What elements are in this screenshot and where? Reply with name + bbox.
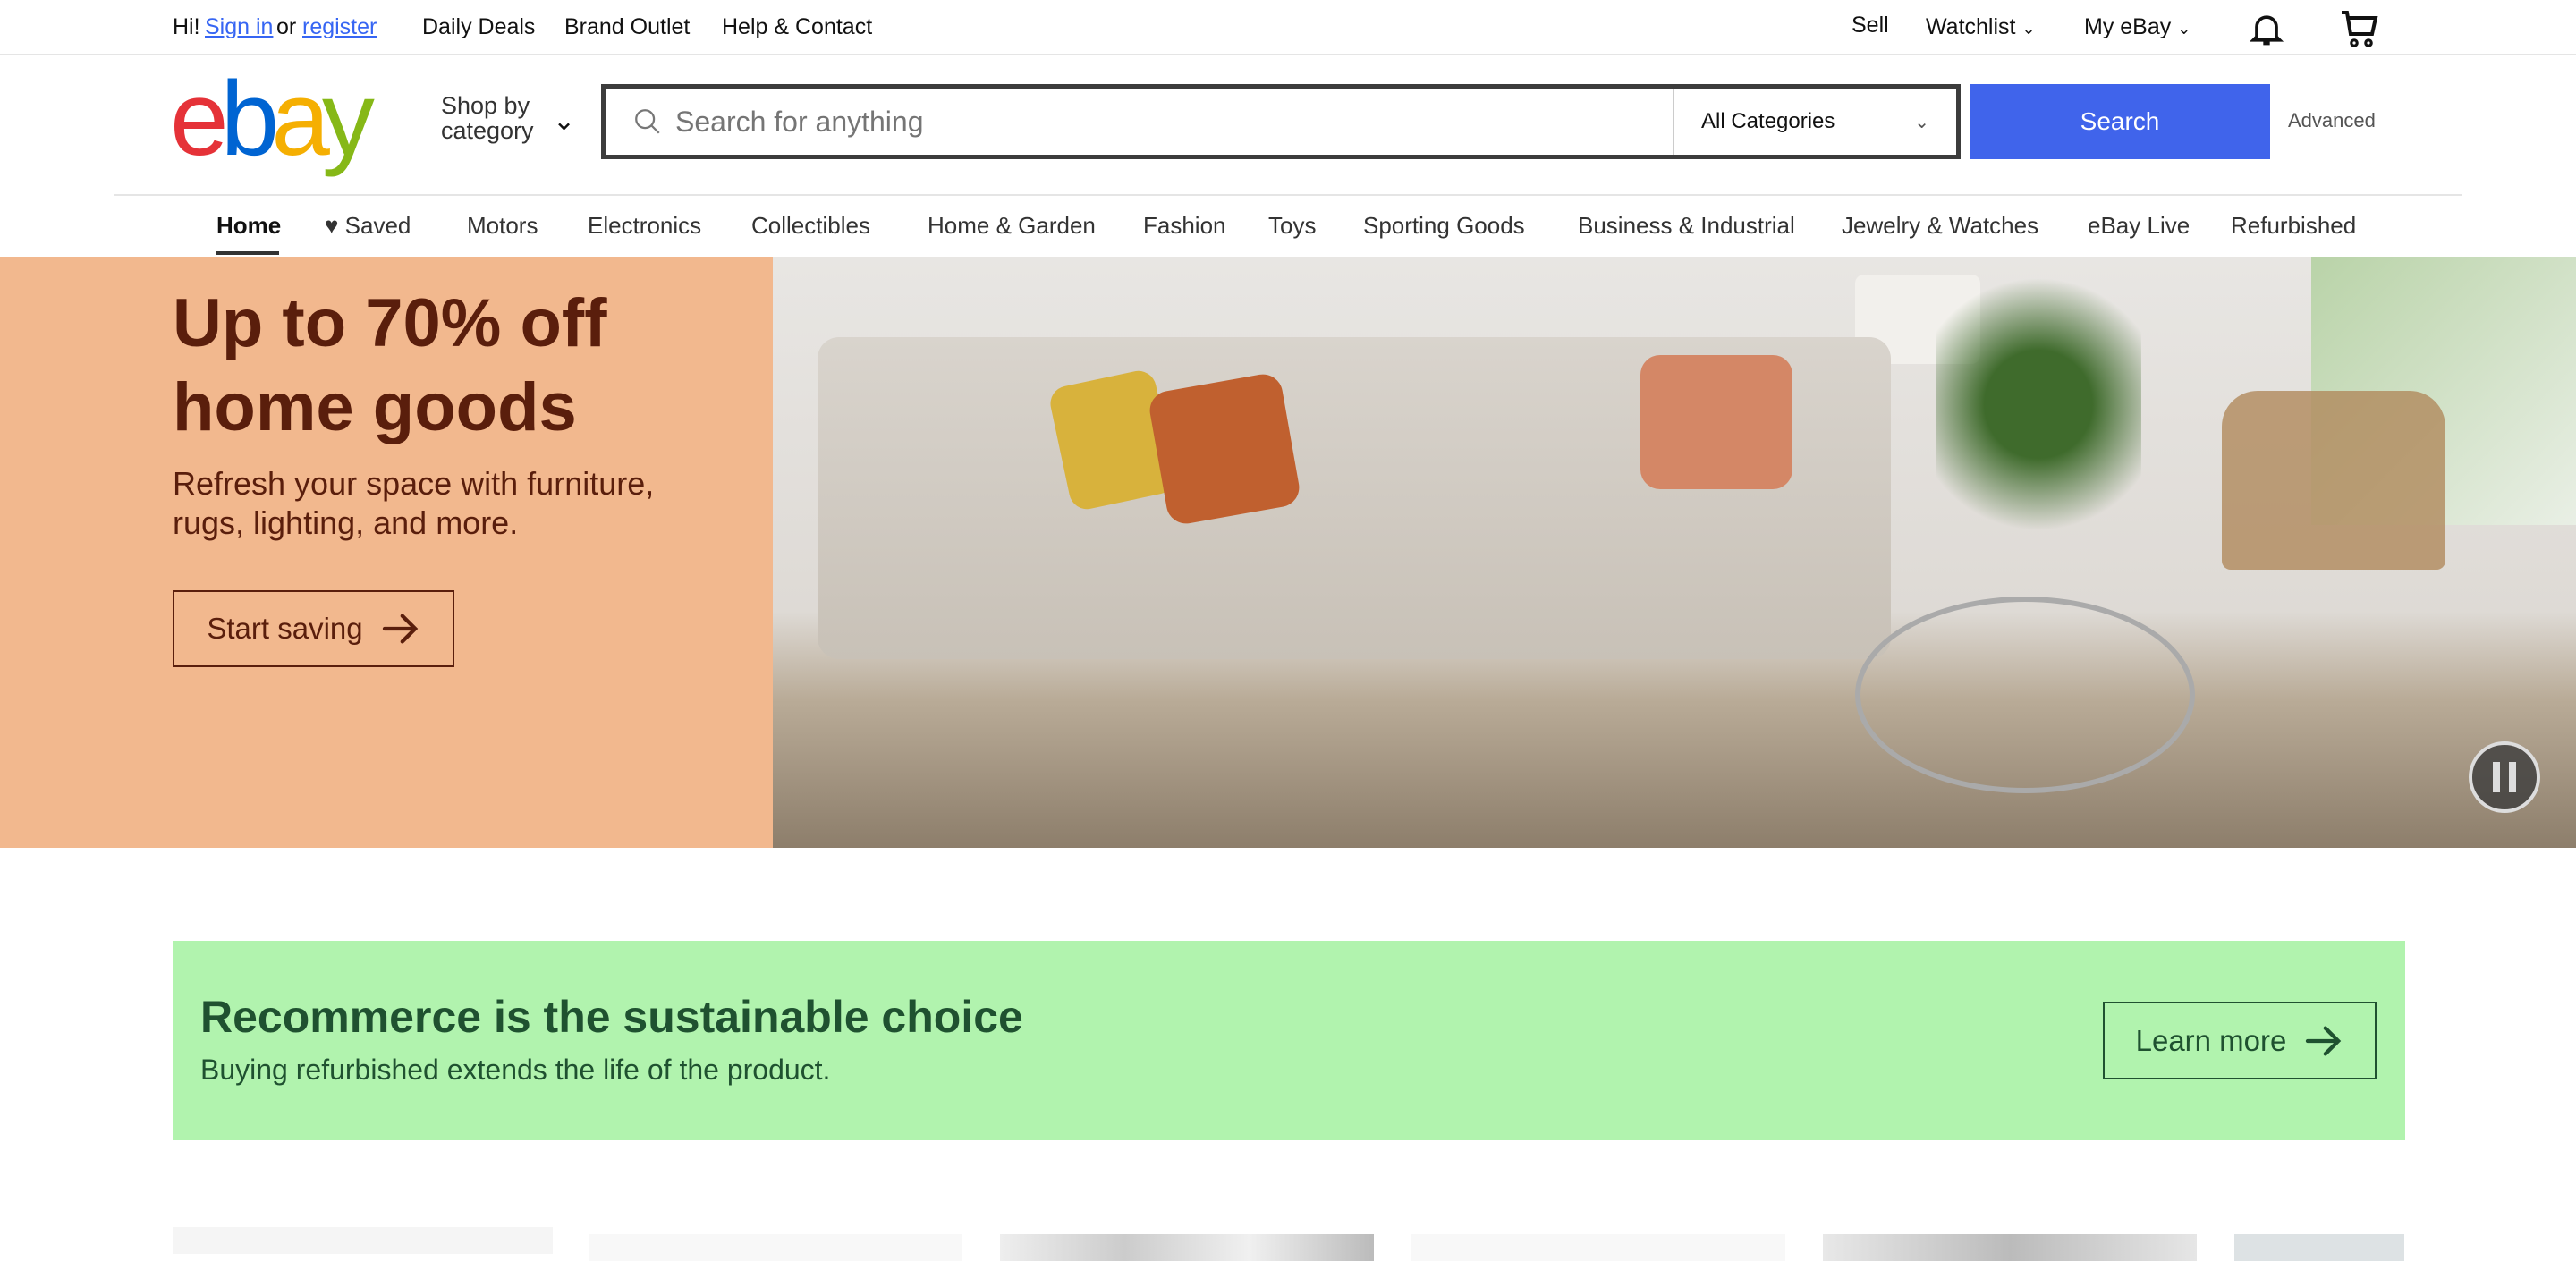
nav-item-home[interactable]: Home	[216, 212, 281, 240]
product-card[interactable]	[1411, 1234, 1785, 1261]
sell-link[interactable]: Sell	[1852, 13, 1889, 38]
product-card[interactable]	[2234, 1234, 2404, 1261]
start-saving-button[interactable]: Start saving	[173, 590, 454, 667]
nav-item-ebay-live[interactable]: eBay Live	[2088, 212, 2190, 240]
brand-outlet-link[interactable]: Brand Outlet	[564, 14, 690, 40]
advanced-search-link[interactable]: Advanced	[2288, 109, 2376, 132]
chevron-down-icon: ⌄	[2177, 20, 2191, 38]
nav-item-electronics[interactable]: Electronics	[588, 212, 701, 240]
chair	[2222, 391, 2445, 570]
product-card[interactable]	[1000, 1234, 1374, 1261]
search-bar: All Categories ⌄	[601, 84, 1961, 159]
shop-by-category-label: Shop by category	[441, 92, 534, 144]
nav-item-collectibles[interactable]: Collectibles	[751, 212, 870, 240]
category-select[interactable]: All Categories ⌄	[1673, 89, 1956, 155]
pause-icon	[2509, 762, 2516, 792]
sign-in-link[interactable]: Sign in	[205, 14, 273, 40]
cart-icon[interactable]	[2338, 7, 2381, 50]
heart-icon: ♥	[325, 212, 339, 239]
nav-item-saved[interactable]: ♥ Saved	[325, 212, 411, 240]
search-input[interactable]	[675, 105, 1659, 139]
my-ebay-link[interactable]: My eBay ⌄	[2084, 14, 2190, 40]
chevron-down-icon: ⌄	[2021, 20, 2036, 38]
search-icon	[635, 109, 660, 134]
watchlist-label: Watchlist	[1926, 14, 2016, 39]
active-tab-indicator	[216, 251, 279, 255]
hero-title: Up to 70% off home goods	[173, 285, 607, 445]
nav-item-home-garden[interactable]: Home & Garden	[928, 212, 1096, 240]
product-card[interactable]	[589, 1234, 962, 1261]
watchlist-link[interactable]: Watchlist ⌄	[1926, 14, 2036, 40]
my-ebay-label: My eBay	[2084, 14, 2172, 39]
nav-item-motors[interactable]: Motors	[467, 212, 538, 240]
arrow-right-icon	[382, 614, 418, 644]
start-saving-label: Start saving	[207, 612, 363, 645]
pillow	[1640, 355, 1792, 489]
nav-item-fashion[interactable]: Fashion	[1143, 212, 1226, 240]
recommerce-banner[interactable]: Recommerce is the sustainable choice Buy…	[173, 941, 2405, 1140]
ebay-logo[interactable]: ebay	[170, 66, 375, 172]
product-card[interactable]	[173, 1227, 553, 1254]
greeting: Hi!	[173, 14, 200, 39]
category-select-value: All Categories	[1701, 109, 1835, 133]
bell-icon[interactable]	[2247, 9, 2286, 48]
product-card[interactable]	[1823, 1234, 2197, 1261]
pause-icon	[2493, 762, 2500, 792]
chevron-down-icon: ⌄	[553, 106, 576, 136]
hero-subtitle: Refresh your space with furniture, rugs, …	[173, 465, 655, 541]
or-text: or	[276, 14, 297, 39]
search-button[interactable]: Search	[1970, 84, 2270, 159]
nav-item-business-industrial[interactable]: Business & Industrial	[1578, 212, 1795, 240]
nav-item-sporting-goods[interactable]: Sporting Goods	[1363, 212, 1525, 240]
divider	[0, 54, 2576, 55]
help-contact-link[interactable]: Help & Contact	[722, 14, 872, 40]
hero-banner[interactable]: Up to 70% off home goods Refresh your spa…	[0, 257, 773, 848]
pause-button[interactable]	[2469, 741, 2540, 813]
register-link[interactable]: register	[302, 14, 377, 40]
pillow	[1147, 371, 1302, 527]
promo-title: Recommerce is the sustainable choice	[200, 992, 1023, 1042]
divider	[114, 194, 2462, 196]
nav-item-toys[interactable]: Toys	[1268, 212, 1316, 240]
learn-more-button[interactable]: Learn more	[2103, 1002, 2377, 1079]
nav-item-refurbished[interactable]: Refurbished	[2231, 212, 2356, 240]
hero-image-living-room[interactable]	[773, 257, 2576, 848]
daily-deals-link[interactable]: Daily Deals	[422, 14, 535, 40]
chevron-down-icon: ⌄	[1914, 112, 1929, 132]
coffee-table	[1855, 597, 2195, 793]
plant	[1936, 257, 2141, 552]
learn-more-label: Learn more	[2135, 1023, 2287, 1057]
promo-subtitle: Buying refurbished extends the life of t…	[200, 1054, 831, 1086]
nav-item-jewelry-watches[interactable]: Jewelry & Watches	[1842, 212, 2038, 240]
shop-by-category-button[interactable]: Shop by category	[441, 93, 548, 143]
nav-item-saved-label: Saved	[344, 212, 411, 239]
arrow-right-icon	[2306, 1025, 2342, 1056]
